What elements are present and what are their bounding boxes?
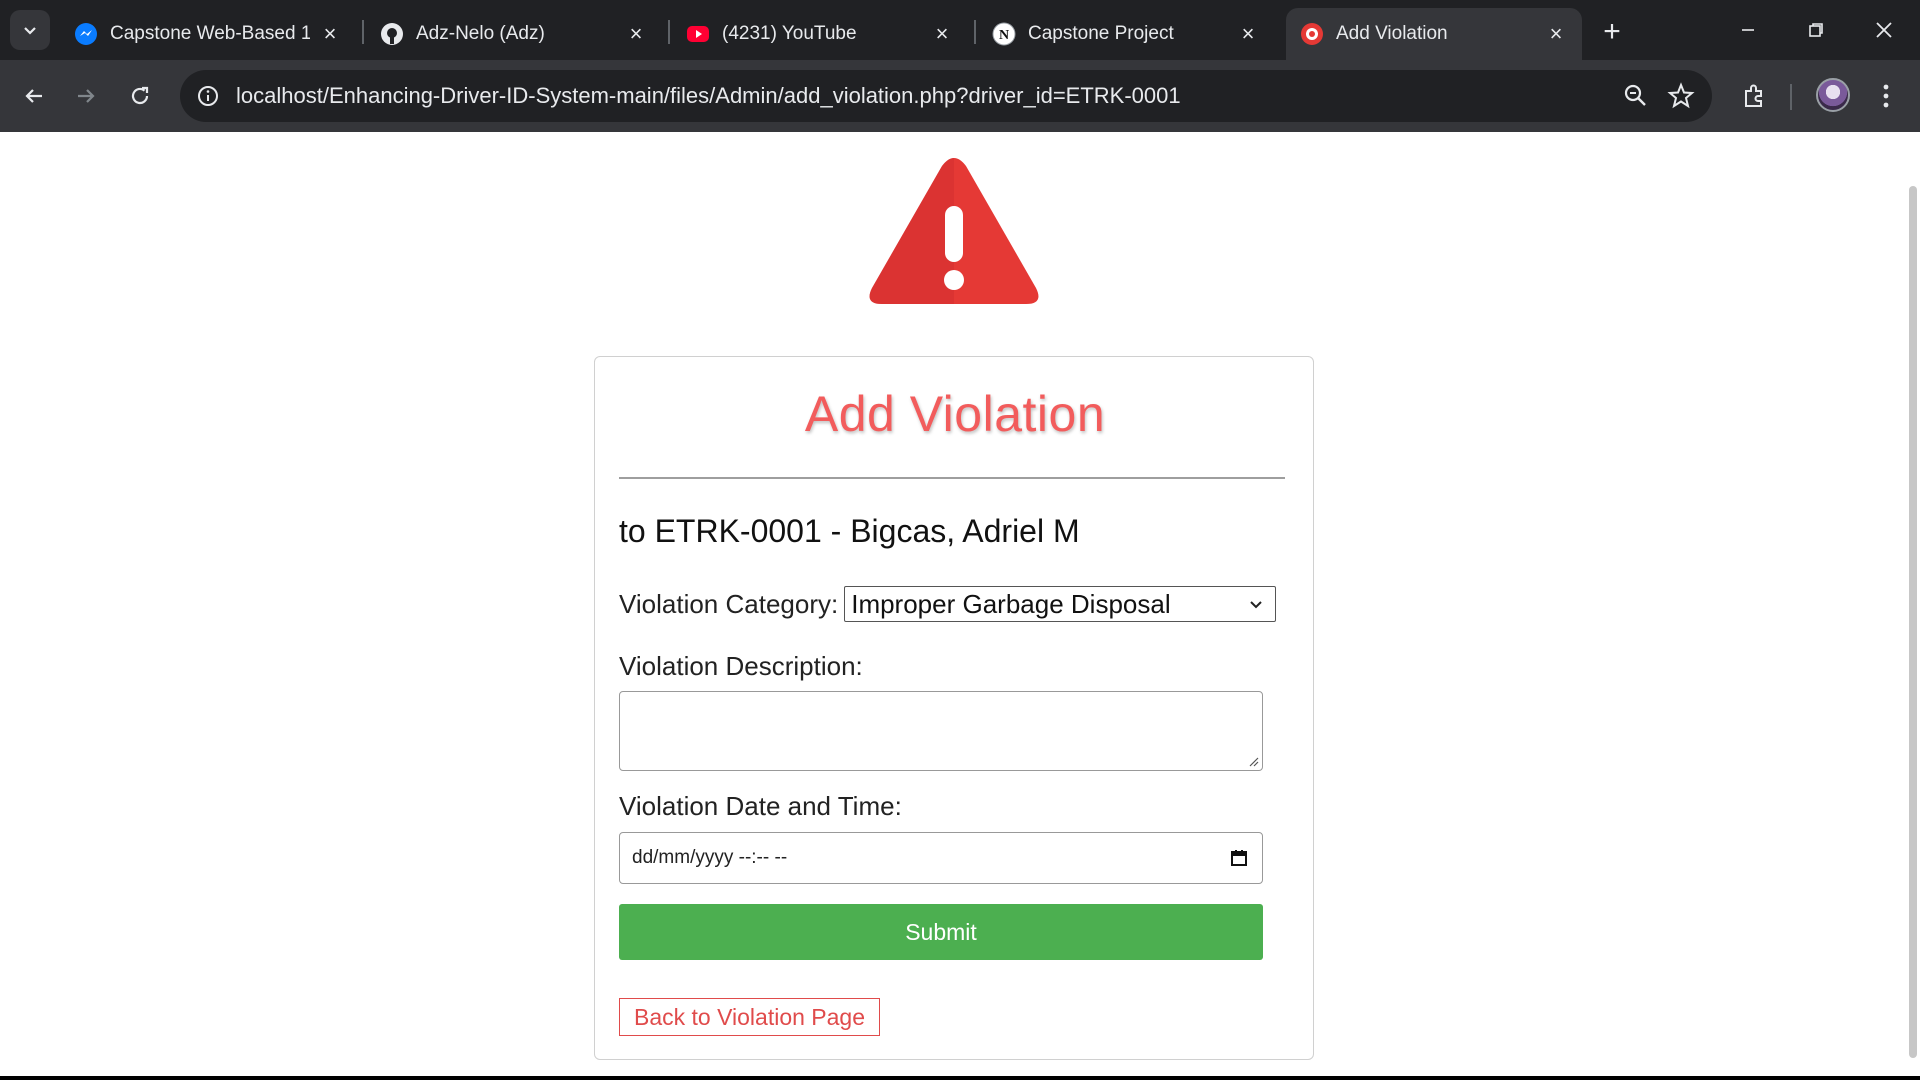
page-title: Add Violation: [804, 386, 1106, 442]
bookmark-star-icon[interactable]: [1666, 81, 1696, 111]
category-select[interactable]: Improper Garbage Disposal: [844, 586, 1277, 622]
resize-grip-icon[interactable]: [1247, 755, 1259, 767]
datetime-placeholder: dd/mm/yyyy --:-- --: [632, 847, 788, 868]
tab-title: Add Violation: [1336, 23, 1448, 44]
profile-avatar[interactable]: [1816, 78, 1850, 112]
back-to-violation-page-link[interactable]: Back to Violation Page: [619, 998, 881, 1036]
tab-youtube[interactable]: (4231) YouTube ×: [672, 8, 968, 60]
tab-title: (4231) YouTube: [722, 23, 857, 44]
tab-search-button[interactable]: [10, 10, 50, 50]
tab-title: Capstone Project: [1028, 23, 1174, 44]
reload-icon: [131, 86, 149, 105]
driver-subtitle: to ETRK-0001 - Bigcas, Adriel M: [619, 513, 1080, 549]
github-icon: [380, 22, 404, 46]
tab-title: Capstone Web-Based 10: [110, 23, 310, 44]
tab-add-violation[interactable]: Add Violation ×: [1286, 8, 1582, 60]
minimize-icon: [1742, 29, 1754, 31]
category-row: Violation Category: Improper Garbage Dis…: [619, 585, 1277, 623]
tab-separator: [974, 20, 976, 44]
page-viewport: Add Violation to ETRK-0001 - Bigcas, Adr…: [0, 132, 1920, 1076]
description-textarea[interactable]: [619, 691, 1263, 771]
tab-capstone-project[interactable]: N Capstone Project ×: [978, 8, 1274, 60]
close-icon[interactable]: ×: [1544, 21, 1568, 46]
submit-button[interactable]: Submit: [619, 904, 1263, 960]
close-icon[interactable]: ×: [930, 21, 954, 46]
restore-icon: [1809, 23, 1823, 37]
url-host: localhost: [236, 83, 323, 108]
reload-button[interactable]: [118, 74, 162, 118]
youtube-icon: [686, 22, 710, 46]
browser-toolbar: localhost/Enhancing-Driver-ID-System-mai…: [0, 60, 1920, 132]
arrow-right-icon: [78, 89, 95, 103]
category-label: Violation Category:: [619, 588, 839, 619]
new-tab-button[interactable]: +: [1594, 14, 1630, 50]
title-divider: [619, 477, 1285, 479]
tab-github[interactable]: Adz-Nelo (Adz) ×: [366, 8, 662, 60]
url-path: /Enhancing-Driver-ID-System-main/files/A…: [322, 83, 1181, 108]
description-label: Violation Description:: [619, 651, 863, 681]
restore-button[interactable]: [1782, 0, 1850, 60]
extensions-icon[interactable]: [1734, 76, 1774, 116]
close-icon[interactable]: ×: [624, 21, 648, 46]
datetime-label: Violation Date and Time:: [619, 791, 902, 821]
close-icon[interactable]: ×: [1236, 21, 1260, 46]
tab-separator: [362, 20, 364, 44]
page-scrollbar[interactable]: [1904, 132, 1920, 1076]
arrow-left-icon: [25, 89, 42, 103]
address-bar[interactable]: localhost/Enhancing-Driver-ID-System-mai…: [180, 70, 1712, 122]
site-info-icon[interactable]: [194, 82, 222, 110]
back-button[interactable]: [12, 74, 56, 118]
more-menu-icon[interactable]: [1866, 76, 1906, 116]
chevron-down-icon: [1250, 601, 1262, 609]
minimize-button[interactable]: [1714, 0, 1782, 60]
datetime-input[interactable]: dd/mm/yyyy --:-- --: [619, 832, 1263, 884]
tab-strip: Capstone Web-Based 10 × Adz-Nelo (Adz) ×…: [0, 0, 1920, 60]
tab-capstone-web-based[interactable]: Capstone Web-Based 10 ×: [60, 8, 356, 60]
zoom-icon[interactable]: [1622, 82, 1650, 110]
chevron-down-icon: [24, 27, 36, 35]
calendar-icon[interactable]: [1230, 849, 1248, 867]
category-selected-value: Improper Garbage Disposal: [851, 588, 1171, 619]
close-icon: [1876, 22, 1892, 38]
toolbar-divider: [1790, 84, 1792, 110]
close-window-button[interactable]: [1850, 0, 1918, 60]
url-text: localhost/Enhancing-Driver-ID-System-mai…: [236, 83, 1181, 109]
add-violation-card: Add Violation to ETRK-0001 - Bigcas, Adr…: [594, 356, 1314, 1060]
warning-triangle-icon: [869, 158, 1039, 304]
notion-icon: N: [992, 22, 1016, 46]
tab-separator: [668, 20, 670, 44]
forward-button[interactable]: [64, 74, 108, 118]
tab-title: Adz-Nelo (Adz): [416, 23, 545, 44]
scrollbar-thumb[interactable]: [1909, 186, 1917, 1058]
violation-favicon-icon: [1300, 22, 1324, 46]
close-icon[interactable]: ×: [318, 21, 342, 46]
svg-text:N: N: [999, 28, 1009, 43]
messenger-icon: [74, 22, 98, 46]
